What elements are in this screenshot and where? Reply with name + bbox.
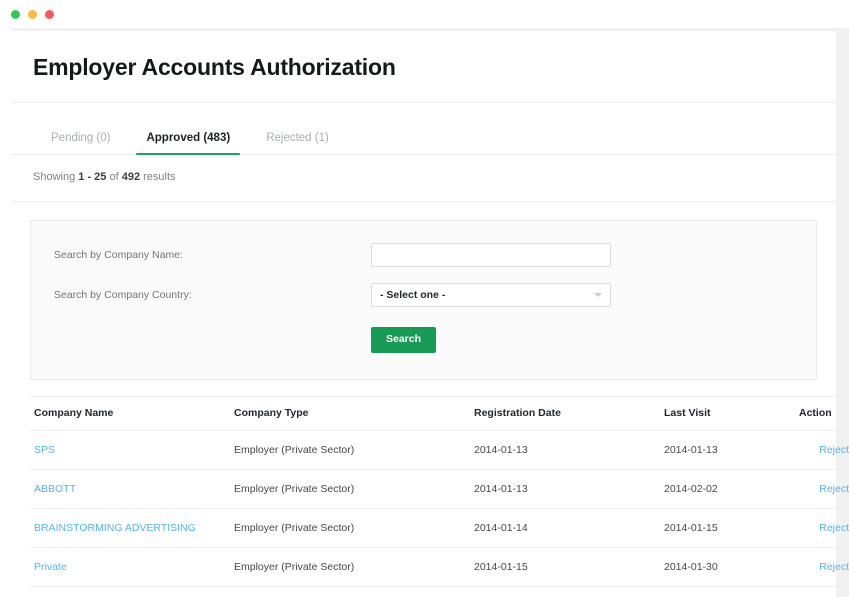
cell-company-type: Employer (Private Sector) [230,586,470,597]
window-controls [11,9,54,19]
page-viewport: Employer Accounts Authorization Pending … [11,28,849,597]
company-country-label: Search by Company Country: [54,289,192,301]
reject-link[interactable]: Reject [819,522,849,534]
tab-rejected[interactable]: Rejected (1) [248,126,347,155]
cell-registration-date: 2014-01-14 [470,508,660,548]
close-icon[interactable] [11,9,20,19]
results-range: 1 - 25 [78,171,107,183]
window-titlebar [0,0,849,28]
column-header-last-visit[interactable]: Last Visit [660,395,795,431]
table-row: ABBOTT Employer (Private Sector) 2014-01-1… [30,469,849,509]
company-name-link[interactable]: BRAINSTORMING ADVERTISING [34,522,196,534]
search-panel: Search by Company Name: Search by Compan… [30,220,817,380]
tab-pending[interactable]: Pending (0) [33,126,128,155]
company-name-link[interactable]: ABBOTT [34,483,76,495]
maximize-icon[interactable] [45,9,54,19]
page-header: Employer Accounts Authorization [11,31,836,103]
cell-company-type: Employer (Private Sector) [230,469,470,509]
search-company-country-select[interactable]: - Select one - [371,283,611,307]
search-actions: Search [51,327,796,353]
company-name-label: Search by Company Name: [54,249,183,261]
cell-registration-date: 2014-01-15 [470,547,660,587]
reject-link[interactable]: Reject [819,561,849,573]
cell-company-name: SPS [30,430,230,470]
reject-link[interactable]: Reject [819,444,849,456]
column-header-company-name[interactable]: Company Name [30,395,230,431]
search-panel-wrapper: Search by Company Name: Search by Compan… [11,202,836,396]
cell-action: Reject [795,508,849,548]
table-wrapper: Company Name Company Type Registration D… [11,395,849,597]
tabs-container: Pending (0) Approved (483) Rejected (1) [11,103,836,155]
cell-company-name: BRAINSTORMING ADVERTISING [30,508,230,548]
company-name-link[interactable]: SPS [34,444,55,456]
reject-link[interactable]: Reject [819,483,849,495]
cell-last-visit: 2014-01-30 [660,547,795,587]
search-company-name-input[interactable] [371,243,611,267]
table-row: SPS Employer (Private Sector) 2014-01-13 20… [30,430,849,470]
cell-company-type: Employer (Private Sector) [230,547,470,587]
table-header-row: Company Name Company Type Registration D… [30,395,849,431]
table-row: AlmaraiEmployer (Private Sector)2014-01-… [30,586,849,597]
cell-company-name: Private [30,547,230,587]
results-total: 492 [121,171,141,183]
cell-company-name: Almarai [30,586,230,597]
tab-list: Pending (0) Approved (483) Rejected (1) [33,103,814,155]
cell-last-visit: 2014-01-16 [660,586,795,597]
company-name-control [371,243,611,267]
company-name-link[interactable]: Private [34,561,67,573]
company-name-row: Search by Company Name: [51,243,796,267]
page-title: Employer Accounts Authorization [33,54,396,80]
cell-action: Reject [795,469,849,509]
results-prefix: Showing [33,171,79,183]
results-middle: of [106,171,122,183]
results-count: Showing 1 - 25 of 492 results [11,155,836,202]
column-header-registration-date[interactable]: Registration Date [470,395,660,431]
table-row: Private Employer (Private Sector) 2014-01-… [30,547,849,587]
cell-action: Reject [795,547,849,587]
column-header-company-type[interactable]: Company Type [230,395,470,431]
page-card: Employer Accounts Authorization Pending … [11,31,849,597]
table-head: Company Name Company Type Registration D… [30,395,849,431]
cell-last-visit: 2014-01-15 [660,508,795,548]
company-country-control: - Select one - [371,283,611,307]
minimize-icon[interactable] [28,9,37,19]
company-country-row: Search by Company Country: - Select one … [51,283,796,307]
browser-window: Employer Accounts Authorization Pending … [0,0,849,597]
cell-action: Reject [795,430,849,470]
select-selected-value: - Select one - [380,289,446,301]
chevron-down-icon [594,293,602,297]
accounts-table: Company Name Company Type Registration D… [30,395,849,597]
cell-company-type: Employer (Private Sector) [230,430,470,470]
cell-registration-date: 2014-01-13 [470,430,660,470]
results-suffix: results [140,171,176,183]
search-button[interactable]: Search [371,327,437,353]
cell-company-type: Employer (Private Sector) [230,508,470,548]
cell-action: Reject [795,586,849,597]
cell-last-visit: 2014-01-13 [660,430,795,470]
table-row: BRAINSTORMING ADVERTISING Employer (Priva… [30,508,849,548]
cell-company-name: ABBOTT [30,469,230,509]
cell-last-visit: 2014-02-02 [660,469,795,509]
actions-spacer [51,327,371,353]
tab-approved[interactable]: Approved (483) [128,126,248,155]
cell-registration-date: 2014-01-16 [470,586,660,597]
table-body: SPS Employer (Private Sector) 2014-01-13 20… [30,430,849,597]
cell-registration-date: 2014-01-13 [470,469,660,509]
column-header-action: Action [795,395,849,431]
